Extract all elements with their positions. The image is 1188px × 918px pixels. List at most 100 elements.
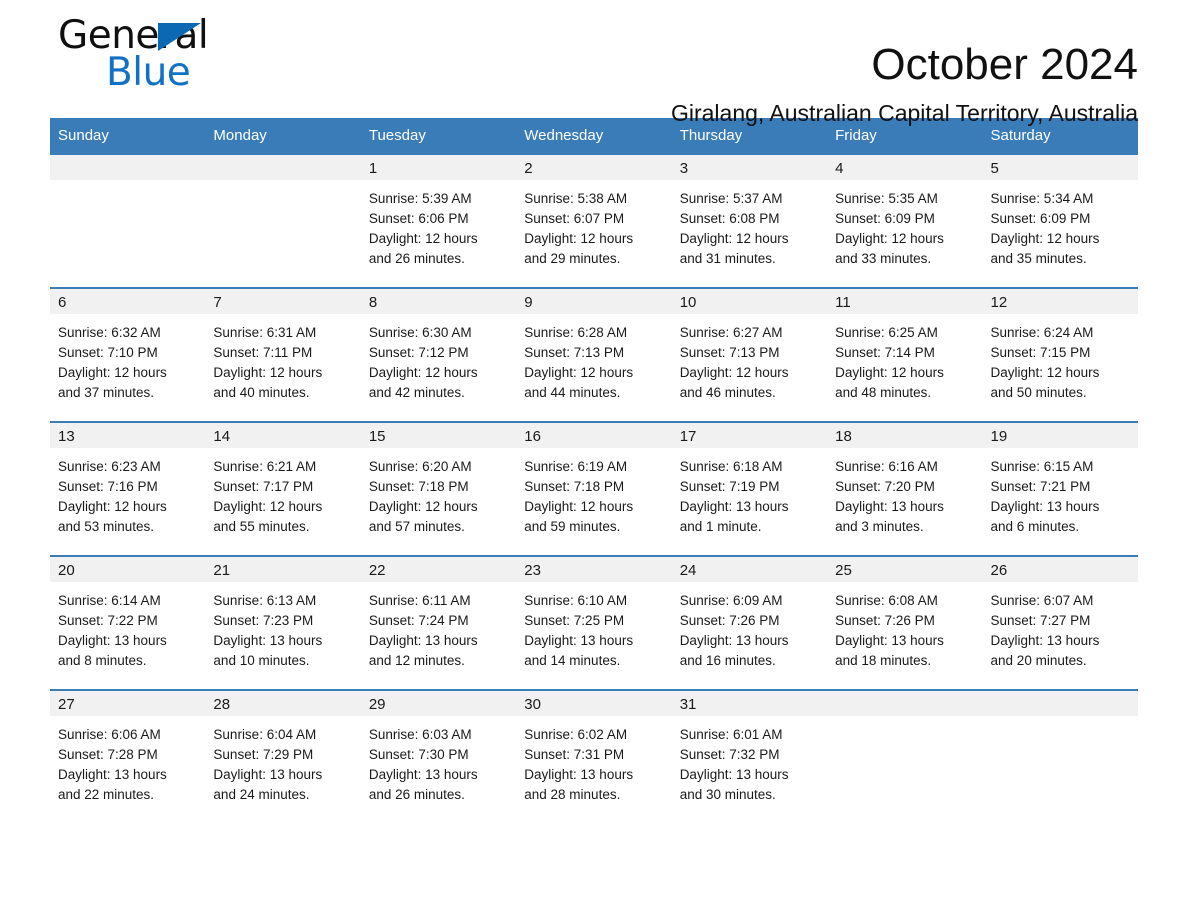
calendar-day-cell[interactable]: 31 Sunrise: 6:01 AM Sunset: 7:32 PM Dayligh… [671,689,828,823]
calendar-day-cell[interactable]: 21 Sunrise: 6:13 AM Sunset: 7:23 PM Dayligh… [205,555,361,690]
calendar-day-cell[interactable]: 4 Sunrise: 5:35 AM Sunset: 6:09 PM Daylight… [827,153,983,288]
daylight-duration-line1: Daylight: 12 hours [679,365,789,380]
day-cell-content [982,691,1138,823]
calendar-day-cell[interactable]: 15 Sunrise: 6:20 AM Sunset: 7:18 PM Dayligh… [360,421,517,556]
day-number: 22 [360,557,517,582]
sunrise-time: Sunrise: 6:28 AM [524,325,628,340]
calendar-day-cell[interactable]: 17 Sunrise: 6:18 AM Sunset: 7:19 PM Dayligh… [671,421,828,556]
calendar-day-cell[interactable]: 5 Sunrise: 5:34 AM Sunset: 6:09 PM Daylight… [982,153,1138,288]
calendar-day-cell[interactable]: 6 Sunrise: 6:32 AM Sunset: 7:10 PM Daylight… [50,287,206,422]
day-cell-content: 9 Sunrise: 6:28 AM Sunset: 7:13 PM Daylight… [516,289,672,421]
calendar-day-cell[interactable]: 18 Sunrise: 6:16 AM Sunset: 7:20 PM Dayligh… [827,421,983,556]
sunset-time: Sunset: 7:23 PM [213,613,314,628]
day-cell-content: 15 Sunrise: 6:20 AM Sunset: 7:18 PM Dayligh… [360,423,517,555]
sunrise-time: Sunrise: 6:07 AM [990,593,1094,608]
daylight-duration-line1: Daylight: 13 hours [679,767,789,782]
calendar-day-cell[interactable]: 12 Sunrise: 6:24 AM Sunset: 7:15 PM Dayligh… [982,287,1138,422]
sunrise-time: Sunrise: 6:31 AM [213,325,317,340]
calendar-day-cell[interactable]: 3 Sunrise: 5:37 AM Sunset: 6:08 PM Daylight… [671,153,828,288]
day-number: 8 [360,289,517,314]
sunrise-sunset-calendar: Sunday Monday Tuesday Wednesday Thursday… [50,118,1138,823]
day-number: 11 [827,289,983,314]
sunset-time: Sunset: 7:26 PM [835,613,935,628]
day-details [827,716,982,735]
day-cell-content: 13 Sunrise: 6:23 AM Sunset: 7:16 PM Dayligh… [50,423,206,555]
sunrise-time: Sunrise: 6:16 AM [835,459,938,474]
daylight-duration-line2: and 37 minutes. [58,385,155,400]
day-number: 26 [982,557,1138,582]
day-cell-content: 25 Sunrise: 6:08 AM Sunset: 7:26 PM Dayligh… [827,557,983,689]
sunrise-time: Sunrise: 6:25 AM [835,325,938,340]
calendar-day-cell[interactable]: 14 Sunrise: 6:21 AM Sunset: 7:17 PM Dayligh… [205,421,361,556]
sunrise-time: Sunrise: 5:34 AM [990,191,1094,206]
calendar-day-cell[interactable]: 7 Sunrise: 6:31 AM Sunset: 7:11 PM Daylight… [205,287,361,422]
calendar-day-cell[interactable]: 24 Sunrise: 6:09 AM Sunset: 7:26 PM Dayligh… [671,555,828,690]
day-cell-content: 7 Sunrise: 6:31 AM Sunset: 7:11 PM Daylight… [205,289,361,421]
calendar-day-cell[interactable]: 23 Sunrise: 6:10 AM Sunset: 7:25 PM Dayligh… [516,555,672,690]
calendar-day-cell[interactable]: 30 Sunrise: 6:02 AM Sunset: 7:31 PM Dayligh… [516,689,672,823]
day-details: Sunrise: 6:16 AM Sunset: 7:20 PM Daylight:… [827,448,982,547]
sunrise-time: Sunrise: 6:08 AM [835,593,938,608]
daylight-duration-line1: Daylight: 12 hours [213,499,323,514]
day-details: Sunrise: 6:14 AM Sunset: 7:22 PM Daylight:… [50,582,205,681]
day-details: Sunrise: 6:27 AM Sunset: 7:13 PM Daylight:… [672,314,827,413]
calendar-day-cell[interactable]: 26 Sunrise: 6:07 AM Sunset: 7:27 PM Dayligh… [982,555,1138,690]
day-cell-content: 14 Sunrise: 6:21 AM Sunset: 7:17 PM Dayligh… [205,423,361,555]
sunset-time: Sunset: 7:16 PM [58,479,158,494]
day-details [205,180,360,199]
calendar-day-cell[interactable]: 25 Sunrise: 6:08 AM Sunset: 7:26 PM Dayligh… [827,555,983,690]
day-details: Sunrise: 6:09 AM Sunset: 7:26 PM Daylight:… [672,582,827,681]
day-number: 15 [360,423,517,448]
daylight-duration-line2: and 12 minutes. [368,653,465,668]
daylight-duration-line1: Daylight: 12 hours [368,499,478,514]
calendar-day-cell[interactable]: 16 Sunrise: 6:19 AM Sunset: 7:18 PM Dayligh… [516,421,672,556]
day-number: 19 [982,423,1138,448]
calendar-empty-cell [50,153,206,288]
calendar-day-cell[interactable]: 10 Sunrise: 6:27 AM Sunset: 7:13 PM Dayligh… [671,287,828,422]
daylight-duration-line1: Daylight: 13 hours [368,767,478,782]
calendar-day-cell[interactable]: 20 Sunrise: 6:14 AM Sunset: 7:22 PM Dayligh… [50,555,206,690]
daylight-duration-line2: and 26 minutes. [368,251,465,266]
calendar-day-cell[interactable]: 28 Sunrise: 6:04 AM Sunset: 7:29 PM Dayligh… [205,689,361,823]
day-details: Sunrise: 6:23 AM Sunset: 7:16 PM Daylight:… [50,448,205,547]
day-details: Sunrise: 6:13 AM Sunset: 7:23 PM Daylight:… [205,582,360,681]
sunset-time: Sunset: 6:06 PM [368,211,469,226]
day-cell-content: 1 Sunrise: 5:39 AM Sunset: 6:06 PM Daylight… [360,155,517,287]
day-details: Sunrise: 6:01 AM Sunset: 7:32 PM Daylight:… [672,716,827,815]
calendar-day-cell[interactable]: 19 Sunrise: 6:15 AM Sunset: 7:21 PM Dayligh… [982,421,1138,556]
day-cell-content: 29 Sunrise: 6:03 AM Sunset: 7:30 PM Dayligh… [360,691,517,823]
calendar-day-cell[interactable]: 27 Sunrise: 6:06 AM Sunset: 7:28 PM Dayligh… [50,689,206,823]
calendar-day-cell[interactable]: 29 Sunrise: 6:03 AM Sunset: 7:30 PM Dayligh… [360,689,517,823]
calendar-day-cell[interactable]: 1 Sunrise: 5:39 AM Sunset: 6:06 PM Daylight… [360,153,517,288]
sunrise-time: Sunrise: 6:09 AM [679,593,783,608]
day-number: 28 [205,691,361,716]
sunrise-time: Sunrise: 5:37 AM [679,191,783,206]
day-number: 25 [827,557,983,582]
sunset-time: Sunset: 7:24 PM [368,613,469,628]
sunset-time: Sunset: 7:30 PM [368,747,469,762]
calendar-day-cell[interactable]: 22 Sunrise: 6:11 AM Sunset: 7:24 PM Dayligh… [360,555,517,690]
sunrise-time: Sunrise: 6:11 AM [368,593,471,608]
calendar-day-cell[interactable]: 2 Sunrise: 5:38 AM Sunset: 6:07 PM Daylight… [516,153,672,288]
calendar-day-cell[interactable]: 13 Sunrise: 6:23 AM Sunset: 7:16 PM Dayligh… [50,421,206,556]
day-details: Sunrise: 6:15 AM Sunset: 7:21 PM Daylight:… [983,448,1138,547]
day-number [205,155,361,180]
day-cell-content: 30 Sunrise: 6:02 AM Sunset: 7:31 PM Dayligh… [516,691,672,823]
sunset-time: Sunset: 7:15 PM [990,345,1091,360]
calendar-day-cell[interactable]: 8 Sunrise: 6:30 AM Sunset: 7:12 PM Daylight… [360,287,517,422]
daylight-duration-line1: Daylight: 13 hours [58,767,167,782]
day-number: 29 [360,691,517,716]
calendar-day-cell[interactable]: 9 Sunrise: 6:28 AM Sunset: 7:13 PM Daylight… [516,287,672,422]
day-cell-content: 17 Sunrise: 6:18 AM Sunset: 7:19 PM Dayligh… [671,423,828,555]
day-number: 18 [827,423,983,448]
calendar-week-row: 27 Sunrise: 6:06 AM Sunset: 7:28 PM Dayligh… [50,689,1138,823]
daylight-duration-line2: and 46 minutes. [679,385,776,400]
generalblue-logo[interactable]: General Blue [58,14,388,104]
daylight-duration-line2: and 26 minutes. [368,787,465,802]
day-number: 20 [50,557,206,582]
day-details: Sunrise: 6:07 AM Sunset: 7:27 PM Daylight:… [983,582,1138,681]
calendar-empty-cell [982,689,1138,823]
sunset-time: Sunset: 7:19 PM [679,479,780,494]
calendar-day-cell[interactable]: 11 Sunrise: 6:25 AM Sunset: 7:14 PM Dayligh… [827,287,983,422]
day-cell-content: 4 Sunrise: 5:35 AM Sunset: 6:09 PM Daylight… [827,155,983,287]
